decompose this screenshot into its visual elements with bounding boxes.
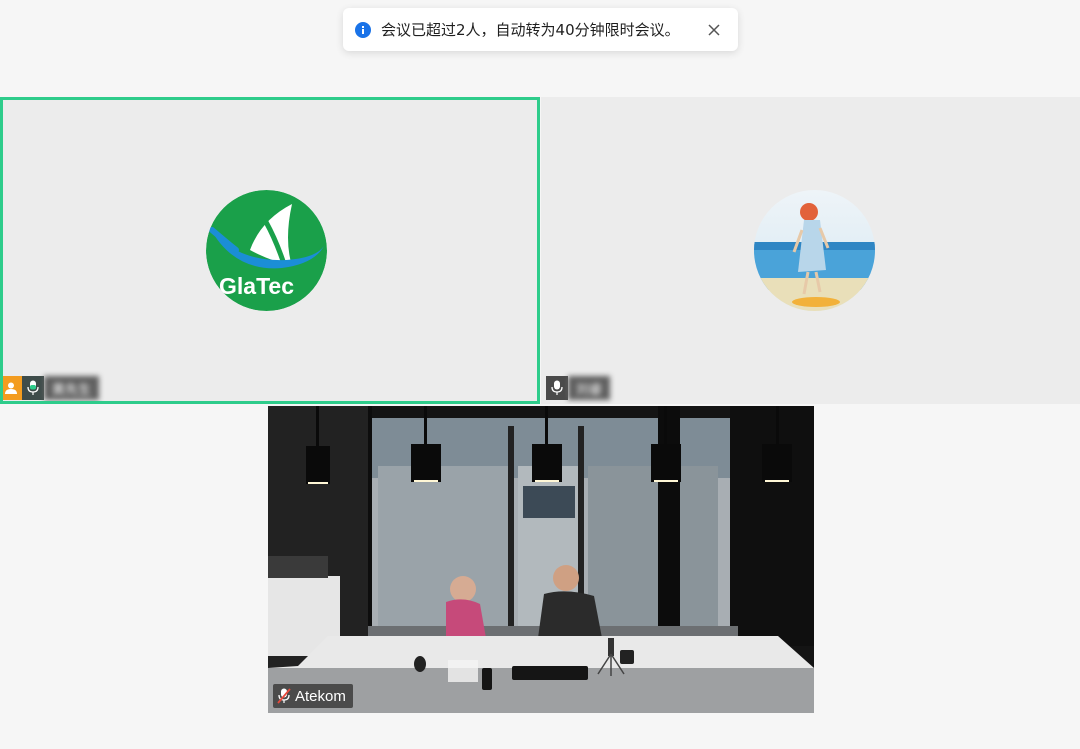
participant-video-feed bbox=[268, 406, 814, 713]
microphone-icon bbox=[551, 380, 563, 395]
participant-name: Atekom bbox=[295, 687, 346, 705]
meeting-limit-toast: 会议已超过2人，自动转为40分钟限时会议。 bbox=[343, 8, 738, 51]
user-icon bbox=[5, 382, 17, 394]
participant-tile-host[interactable]: GlaTec 黄先生 bbox=[0, 97, 540, 404]
participant-tile-video[interactable]: Atekom bbox=[268, 406, 814, 713]
participant-name: 黄先生 bbox=[44, 376, 100, 400]
microphone-muted-icon bbox=[277, 688, 291, 704]
microphone-active-icon bbox=[27, 380, 39, 395]
glatec-logo-avatar: GlaTec bbox=[206, 190, 327, 311]
avatar-logo-text: GlaTec bbox=[219, 273, 294, 299]
participant-tile-2[interactable]: 刘睿 bbox=[541, 97, 1080, 404]
participant-name-tag: 刘睿 bbox=[546, 376, 611, 400]
participant-name: 刘睿 bbox=[568, 376, 611, 400]
toast-message: 会议已超过2人，自动转为40分钟限时会议。 bbox=[381, 21, 680, 39]
host-badge bbox=[3, 376, 22, 400]
meeting-stage: 会议已超过2人，自动转为40分钟限时会议。 GlaTec 黄先生 刘睿 Atek… bbox=[0, 0, 1080, 749]
participant-name-label: Atekom bbox=[273, 684, 353, 708]
participant-name-tag: Atekom bbox=[273, 684, 353, 708]
mic-status bbox=[546, 376, 568, 400]
toast-close-button[interactable] bbox=[702, 18, 726, 42]
info-icon bbox=[355, 21, 371, 38]
mic-status bbox=[22, 376, 44, 400]
participant-name-tag: 黄先生 bbox=[3, 376, 100, 400]
painted-girl-avatar bbox=[754, 190, 875, 311]
close-icon[interactable] bbox=[708, 23, 720, 36]
